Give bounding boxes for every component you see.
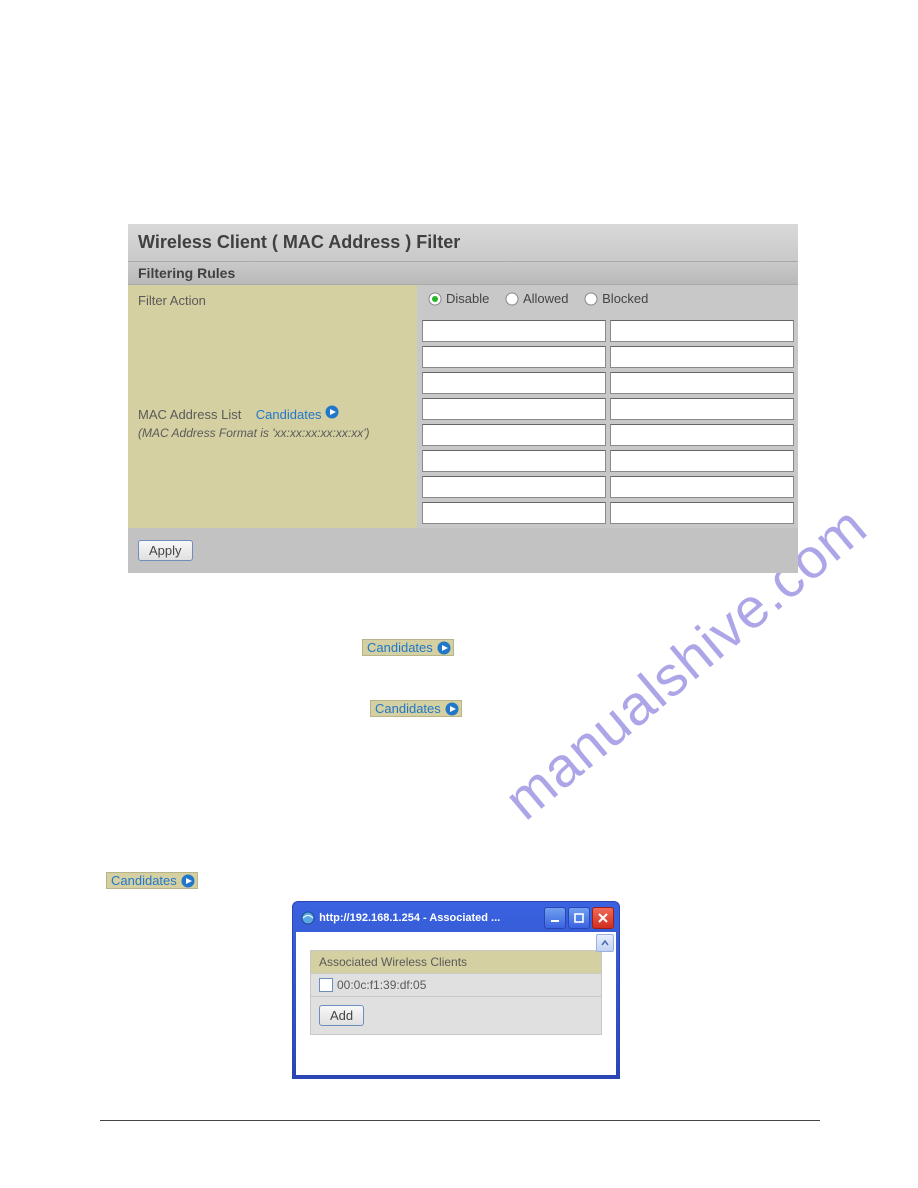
mac-input[interactable]: [422, 372, 606, 394]
footer-rule: [100, 1120, 820, 1121]
panel-subtitle: Filtering Rules: [128, 262, 798, 285]
radio-blocked-label: Blocked: [602, 291, 648, 306]
ie-icon: [300, 910, 316, 926]
client-checkbox[interactable]: [319, 978, 333, 992]
play-icon: [181, 874, 195, 888]
mac-input[interactable]: [610, 450, 794, 472]
candidates-badge[interactable]: Candidates: [106, 872, 198, 889]
mac-input[interactable]: [422, 502, 606, 524]
radio-disable-label: Disable: [446, 291, 489, 306]
candidates-badge-label: Candidates: [367, 640, 433, 655]
radio-allowed[interactable]: Allowed: [505, 291, 569, 306]
mac-input[interactable]: [422, 476, 606, 498]
candidates-badge[interactable]: Candidates: [362, 639, 454, 656]
mac-input[interactable]: [422, 398, 606, 420]
mac-input[interactable]: [422, 346, 606, 368]
close-icon: [598, 913, 608, 923]
candidates-badge[interactable]: Candidates: [370, 700, 462, 717]
close-button[interactable]: [592, 907, 614, 929]
mac-list-label-cell: MAC Address List Candidates (MAC Address…: [128, 316, 418, 528]
mac-inputs: [418, 316, 798, 528]
mac-input[interactable]: [422, 320, 606, 342]
filter-panel: Wireless Client ( MAC Address ) Filter F…: [128, 224, 798, 573]
mac-input[interactable]: [422, 424, 606, 446]
mac-input[interactable]: [610, 346, 794, 368]
assoc-client-row: 00:0c:f1:39:df:05: [310, 974, 602, 997]
associated-clients-popup: http://192.168.1.254 - Associated ... As…: [292, 901, 620, 1079]
mac-input[interactable]: [610, 476, 794, 498]
filter-action-options: Disable Allowed Blocked: [418, 285, 798, 316]
assoc-clients-header: Associated Wireless Clients: [310, 950, 602, 974]
radio-empty-icon: [505, 292, 519, 306]
maximize-button[interactable]: [568, 907, 590, 929]
radio-disable[interactable]: Disable: [428, 291, 489, 306]
candidates-badge-label: Candidates: [111, 873, 177, 888]
mac-format-note: (MAC Address Format is 'xx:xx:xx:xx:xx:x…: [138, 426, 407, 440]
play-icon: [445, 702, 459, 716]
panel-title: Wireless Client ( MAC Address ) Filter: [128, 224, 798, 262]
minimize-button[interactable]: [544, 907, 566, 929]
apply-button[interactable]: Apply: [138, 540, 193, 561]
candidates-link[interactable]: Candidates: [256, 407, 322, 422]
radio-selected-icon: [428, 292, 442, 306]
scroll-up-button[interactable]: [596, 934, 614, 952]
popup-body: Associated Wireless Clients 00:0c:f1:39:…: [296, 932, 616, 1075]
radio-allowed-label: Allowed: [523, 291, 569, 306]
popup-titlebar[interactable]: http://192.168.1.254 - Associated ...: [296, 905, 616, 932]
radio-empty-icon: [584, 292, 598, 306]
mac-input[interactable]: [422, 450, 606, 472]
assoc-add-row: Add: [310, 997, 602, 1035]
mac-input[interactable]: [610, 424, 794, 446]
chevron-up-icon: [601, 939, 609, 947]
maximize-icon: [574, 913, 584, 923]
candidates-badge-label: Candidates: [375, 701, 441, 716]
radio-blocked[interactable]: Blocked: [584, 291, 648, 306]
play-icon[interactable]: [325, 405, 339, 419]
add-button[interactable]: Add: [319, 1005, 364, 1026]
play-icon: [437, 641, 451, 655]
mac-input[interactable]: [610, 320, 794, 342]
minimize-icon: [550, 913, 560, 923]
mac-list-label: MAC Address List: [138, 407, 241, 422]
filter-action-label: Filter Action: [128, 285, 418, 316]
mac-input[interactable]: [610, 398, 794, 420]
client-mac-value: 00:0c:f1:39:df:05: [337, 978, 426, 992]
mac-input[interactable]: [610, 372, 794, 394]
panel-footer: Apply: [128, 528, 798, 573]
mac-input[interactable]: [610, 502, 794, 524]
popup-title-text: http://192.168.1.254 - Associated ...: [319, 912, 542, 924]
